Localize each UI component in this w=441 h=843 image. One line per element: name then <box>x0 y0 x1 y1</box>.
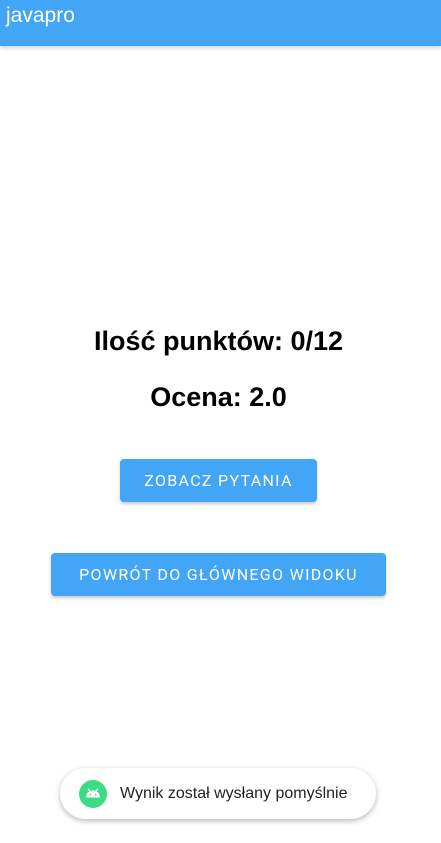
see-questions-button[interactable]: ZOBACZ PYTANIA <box>120 459 317 502</box>
app-title: javapro <box>6 4 75 27</box>
back-to-main-button[interactable]: POWRÓT DO GŁÓWNEGO WIDOKU <box>51 553 386 596</box>
score-text: Ilość punktów: 0/12 <box>93 326 344 356</box>
toast-message: Wynik został wysłany pomyślnie <box>120 785 348 802</box>
android-icon <box>79 780 107 808</box>
toast: Wynik został wysłany pomyślnie <box>60 768 376 819</box>
grade-text: Ocena: 2.0 <box>150 382 287 412</box>
app-bar: javapro <box>0 0 441 46</box>
